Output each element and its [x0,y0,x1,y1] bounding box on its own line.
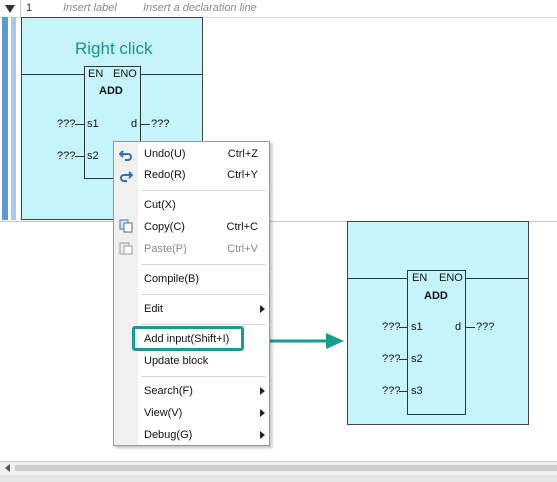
menu-item-view[interactable] [115,403,269,423]
menu-item-label: Cut(X) [144,199,176,211]
submenu-arrow-icon [260,387,265,395]
submenu-arrow-icon [260,305,265,313]
insert-declaration-placeholder[interactable]: Insert a declaration line [143,2,257,14]
paste-icon [119,242,133,255]
output-value: ??? [476,321,495,333]
rung-wire-left [348,278,408,279]
menu-item-label: Compile(B) [144,273,200,285]
en-pin-label: EN [412,272,428,284]
menu-separator [141,294,266,295]
copy-icon [119,219,133,233]
input-pin-label: s3 [411,385,423,397]
menu-item-label: Debug(G) [144,429,193,441]
input-pin-label: s2 [411,353,423,365]
eno-pin-label: ENO [439,272,463,284]
output-wire [466,327,475,328]
input-value: ??? [382,353,401,365]
menu-item-shortcut: Ctrl+Y [227,169,258,181]
output-value[interactable]: ??? [151,118,169,130]
insert-label-placeholder[interactable]: Insert label [63,2,117,14]
input-pin-label: s1 [87,118,99,130]
rung-number: 1 [26,2,33,14]
redo-icon [120,171,133,182]
input-value[interactable]: ??? [57,118,75,130]
output-wire [141,124,150,125]
menu-item-edit[interactable] [115,299,269,319]
output-pin-label: d [131,118,138,130]
add-input-highlight-box [132,326,244,351]
menu-item-label: Redo(R) [144,169,186,181]
rung-wire-left [22,74,84,75]
undo-icon [119,150,132,161]
input-pin-label: s2 [87,150,99,162]
block-name: ADD [424,290,448,302]
menu-item-label: View(V) [144,407,183,419]
input-wire [399,391,408,392]
scroll-left-arrow-icon[interactable] [5,464,10,472]
menu-item-shortcut: Ctrl+V [227,243,258,255]
header-divider [20,0,21,17]
menu-item-label: Copy(C) [144,221,185,233]
menu-separator [141,376,266,377]
collapse-triangle-icon[interactable] [4,3,16,15]
menu-separator [141,264,266,265]
eno-pin-label: ENO [113,68,137,80]
rung-wire-right [465,278,528,279]
rung-wire-right [140,74,202,75]
menu-separator [141,190,266,191]
menu-item-label: Search(F) [144,385,193,397]
power-rail-left [2,17,8,220]
input-value: ??? [382,385,401,397]
menu-item-shortcut: Ctrl+C [226,221,258,233]
submenu-arrow-icon [260,431,265,439]
right-click-hint: Right click [75,39,153,58]
menu-item-cut[interactable] [115,195,269,215]
input-wire [75,124,84,125]
bottom-bar [0,475,557,482]
menu-item-label: Edit [144,303,163,315]
menu-item-label: Undo(U) [144,148,186,160]
input-wire [399,327,408,328]
scrollbar-thumb[interactable] [15,465,557,471]
input-value: ??? [382,321,401,333]
block-name: ADD [99,85,123,97]
input-value[interactable]: ??? [57,150,75,162]
input-pin-label: s1 [411,321,423,333]
en-pin-label: EN [88,68,104,80]
power-rail-inner [11,17,16,220]
submenu-arrow-icon [260,409,265,417]
menu-item-label: Update block [144,355,209,367]
input-wire [399,359,408,360]
menu-item-label: Paste(P) [144,243,187,255]
input-wire [75,156,84,157]
menu-item-shortcut: Ctrl+Z [227,148,258,160]
menu-separator [141,324,266,325]
output-pin-label: d [455,321,462,333]
